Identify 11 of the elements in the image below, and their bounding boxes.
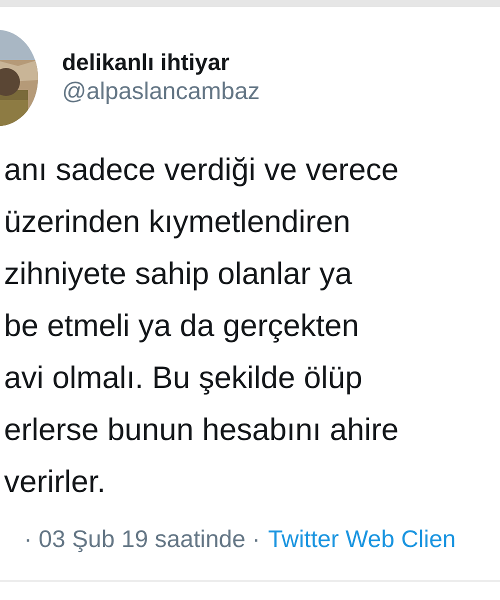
source-link[interactable]: Twitter Web Clien <box>268 522 456 558</box>
display-name: delikanlı ihtiyar <box>62 48 230 76</box>
tweet-text-line: avi olmalı. Bu şekilde ölüp <box>3 359 364 397</box>
tweet-text-line: anı sadece verdiği ve verece <box>3 151 400 189</box>
username: @alpaslancambaz <box>62 77 260 108</box>
tweet-text-line: erlerse bunun hesabını ahire <box>3 411 400 449</box>
tweet-text-line: zihniyete sahip olanlar ya <box>3 255 354 293</box>
tweet-text-line: verirler. <box>3 463 107 501</box>
timestamp: · 03 Şub 19 saatinde · <box>24 525 260 555</box>
tweet-text-line: üzerinden kıymetlendiren <box>3 203 352 241</box>
tweet-text-line: be etmeli ya da gerçekten <box>3 307 360 345</box>
